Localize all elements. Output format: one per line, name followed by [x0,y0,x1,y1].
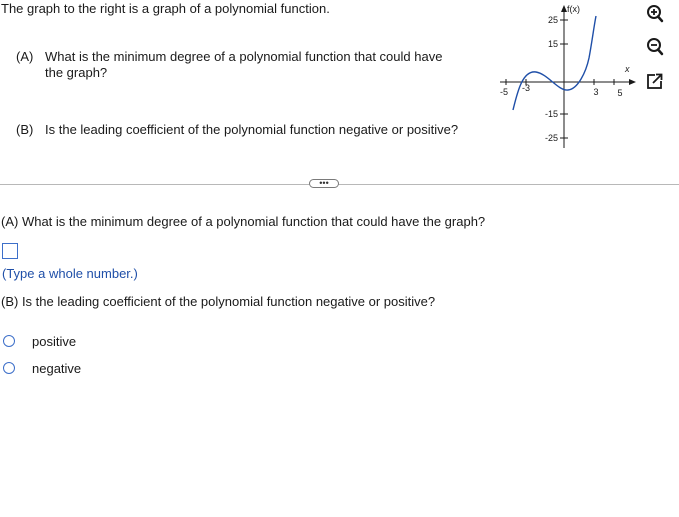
polynomial-graph: 25 15 -15 -25 -5 -3 3 5 f(x) x [500,4,636,148]
question-a-text: What is the minimum degree of a polynomi… [45,49,443,80]
y-tick-label: 25 [548,15,558,25]
degree-answer-input[interactable] [2,243,18,259]
pop-out-icon[interactable] [645,71,665,91]
zoom-in-icon[interactable] [645,4,665,24]
x-tick-label: -3 [522,83,530,93]
option-negative-label[interactable]: negative [32,361,81,376]
problem-intro: The graph to the right is a graph of a p… [1,1,330,16]
answer-a-hint: (Type a whole number.) [2,266,138,281]
y-tick-label: -25 [545,133,558,143]
y-tick-label: -15 [545,109,558,119]
radio-negative[interactable] [3,362,15,374]
expand-more-button[interactable]: ••• [309,179,339,188]
x-axis-arrow [629,79,636,85]
answer-b-prompt: (B) Is the leading coefficient of the po… [1,294,436,309]
polynomial-curve [512,15,597,111]
y-tick-label: 15 [548,39,558,49]
question-a-label: (A) [16,49,34,64]
radio-positive[interactable] [3,335,15,347]
x-tick-label: 5 [617,88,622,98]
x-tick-label: 3 [593,87,598,97]
y-axis-label: f(x) [567,4,580,14]
answer-a-prompt: (A) What is the minimum degree of a poly… [1,214,486,229]
question-b-label: (B) [16,122,34,137]
section-divider [0,184,679,185]
option-positive-label[interactable]: positive [32,334,76,349]
x-axis-label: x [624,64,630,74]
zoom-out-icon[interactable] [645,37,665,57]
question-b-text: Is the leading coefficient of the polyno… [45,122,459,137]
x-tick-label: -5 [500,87,508,97]
